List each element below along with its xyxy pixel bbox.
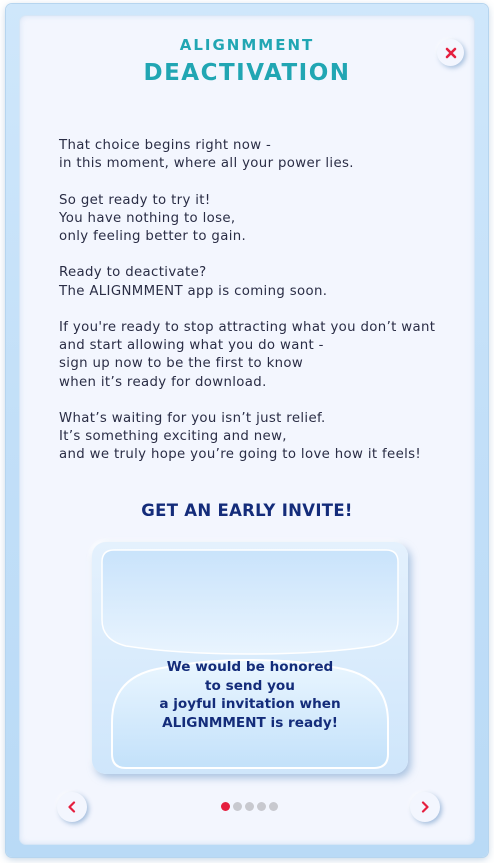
text-line: sign up now to be the first to know bbox=[59, 356, 304, 372]
pagination-dots bbox=[221, 802, 278, 811]
page-dot[interactable] bbox=[269, 802, 278, 811]
text-line: only feeling better to gain. bbox=[59, 229, 247, 244]
invite-message: We would be honored to send you a joyful… bbox=[112, 658, 388, 733]
paragraph: Ready to deactivate? The ALIGNMMENT app … bbox=[59, 264, 471, 300]
text-line: when it’s ready for download. bbox=[59, 374, 267, 390]
text-line: That choice begins right now - bbox=[59, 138, 272, 153]
text-line: If you're ready to stop attracting what … bbox=[59, 319, 436, 335]
text-line: So get ready to try it! bbox=[59, 192, 211, 208]
invite-line: We would be honored bbox=[166, 659, 334, 675]
text-line: and we truly hope you’re going to love h… bbox=[59, 447, 422, 463]
body-text: That choice begins right now - in this m… bbox=[59, 137, 471, 483]
text-line: and start allowing what you do want - bbox=[59, 338, 324, 354]
paragraph: So get ready to try it! You have nothing… bbox=[59, 192, 471, 247]
page-dot[interactable] bbox=[245, 802, 254, 811]
paragraph: What’s waiting for you isn’t just relief… bbox=[59, 410, 471, 465]
text-line: You have nothing to lose, bbox=[59, 210, 236, 226]
close-icon bbox=[445, 47, 456, 58]
page-dot-active[interactable] bbox=[221, 802, 230, 811]
chevron-left-icon bbox=[68, 801, 76, 813]
close-button[interactable] bbox=[437, 39, 464, 66]
invite-card[interactable]: We would be honored to send you a joyful… bbox=[92, 542, 408, 774]
page-dot[interactable] bbox=[233, 802, 242, 811]
paragraph: If you're ready to stop attracting what … bbox=[59, 319, 471, 392]
text-line: The ALIGNMMENT app is coming soon. bbox=[59, 283, 328, 299]
modal-frame: ALIGNMMENT DEACTIVATION That choice begi… bbox=[6, 4, 488, 857]
page-title: DEACTIVATION bbox=[143, 60, 351, 86]
next-button[interactable] bbox=[410, 792, 440, 822]
text-line: in this moment, where all your power lie… bbox=[59, 156, 354, 172]
invite-line: to send you bbox=[205, 677, 295, 694]
page-dot[interactable] bbox=[257, 802, 266, 811]
text-line: It’s something exciting and new, bbox=[59, 429, 287, 445]
invite-line: a joyful invitation when bbox=[159, 696, 341, 713]
text-line: What’s waiting for you isn’t just relief… bbox=[59, 410, 326, 426]
title-brand: ALIGNMMENT bbox=[179, 36, 315, 54]
early-invite-button[interactable]: GET AN EARLY INVITE! bbox=[20, 501, 474, 520]
chevron-right-icon bbox=[421, 801, 429, 813]
paragraph: That choice begins right now - in this m… bbox=[59, 137, 471, 173]
modal-card: ALIGNMMENT DEACTIVATION That choice begi… bbox=[20, 16, 474, 844]
text-line: Ready to deactivate? bbox=[59, 265, 207, 281]
invite-line: ALIGNMMENT is ready! bbox=[162, 715, 338, 732]
previous-button[interactable] bbox=[57, 792, 87, 822]
